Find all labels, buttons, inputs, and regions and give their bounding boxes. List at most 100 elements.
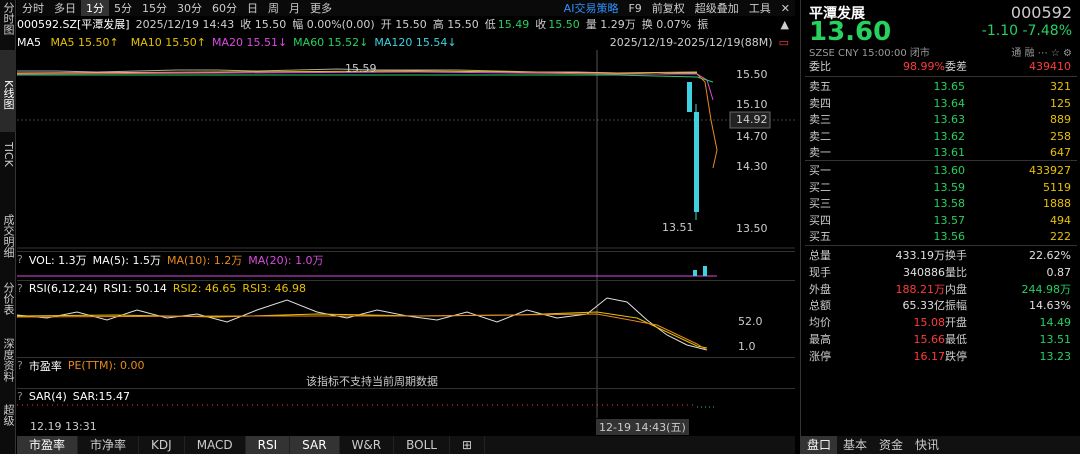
ask-price: 13.62: [933, 129, 966, 143]
ask-volume: 125: [1050, 96, 1071, 110]
tab-pe[interactable]: 市盈率: [17, 436, 79, 454]
bid-row[interactable]: 买四 13.57 494: [805, 212, 1077, 229]
tab-funds[interactable]: 资金: [873, 436, 909, 454]
stat-label: 均价: [809, 316, 831, 330]
weicha-value: 439410: [1029, 60, 1071, 73]
low-annotation: 13.51: [662, 221, 694, 234]
tab-pb[interactable]: 市净率: [78, 436, 140, 454]
bid-row[interactable]: 买三 13.58 1888: [805, 195, 1077, 212]
ask-row[interactable]: 卖四 13.64 125: [805, 95, 1077, 112]
stat-label: 现手: [809, 265, 831, 279]
indicator-tabs: 市盈率 市净率 KDJ MACD RSI SAR W&R BOLL ⊞: [17, 436, 795, 454]
stat-label: 量比: [945, 265, 967, 279]
bid-row[interactable]: 买一 13.60 433927: [805, 162, 1077, 179]
bid-row[interactable]: 买五 13.56 222: [805, 228, 1077, 245]
stat-label: 跌停: [945, 349, 967, 363]
rsi3-value: RSI3: 46.98: [242, 282, 306, 295]
ask-level-label: 卖三: [809, 113, 831, 126]
ask-row[interactable]: 卖三 13.63 889: [805, 111, 1077, 128]
stat-row: 涨停 16.17 跌停 13.23: [805, 348, 1077, 365]
bid-row[interactable]: 买二 13.59 5119: [805, 179, 1077, 196]
tab-basic[interactable]: 基本: [837, 436, 873, 454]
tab-rsi[interactable]: RSI: [245, 436, 291, 454]
stock-code-right: 000592: [1010, 3, 1072, 22]
add-indicator-icon[interactable]: ⊞: [450, 436, 486, 454]
stat-row: 均价 15.08 开盘 14.49: [805, 314, 1077, 331]
ask-price: 13.64: [933, 96, 966, 110]
rsi-axis-lo: 1.0: [738, 340, 756, 353]
stat-row: 现手 340886 量比 0.87: [805, 264, 1077, 281]
vtab-detail[interactable]: 成交明细: [0, 212, 16, 280]
stat-row: 总量 433.19万 换手 22.62%: [805, 247, 1077, 264]
stat-value: 13.51: [1039, 333, 1072, 346]
help-icon[interactable]: ?: [17, 390, 23, 403]
stat-value: 14.49: [1039, 316, 1072, 330]
rsi2-line: [17, 311, 708, 349]
help-icon[interactable]: ?: [17, 359, 23, 372]
stat-value: 244.98万: [1021, 282, 1072, 296]
price-change: -1.10 -7.48%: [982, 23, 1072, 39]
x-axis-cursor: 12-19 14:43(五): [596, 419, 689, 435]
weibi-value: 98.99%: [903, 60, 945, 73]
help-icon[interactable]: ?: [17, 253, 23, 266]
vtab-super[interactable]: 超级: [0, 402, 16, 432]
exchange-status: SZSE CNY 15:00:00 闭市: [809, 48, 930, 59]
rsi2-value: RSI2: 46.65: [172, 282, 237, 295]
margin-tag: 通 融 ⋯ ☆ ⚙: [1011, 44, 1072, 59]
vtab-fenshi[interactable]: 分时图: [0, 0, 16, 50]
stat-label: 涨停: [809, 349, 831, 363]
pe-header: ? 市盈率 PE(TTM): 0.00: [17, 357, 795, 373]
vtab-price-table[interactable]: 分价表: [0, 280, 16, 336]
stat-row: 最高 15.66 最低 13.51: [805, 331, 1077, 348]
pe-value: PE(TTM): 0.00: [67, 359, 145, 372]
bid-price: 13.58: [933, 197, 966, 210]
bid-volume: 222: [1050, 230, 1071, 243]
tab-news[interactable]: 快讯: [909, 436, 945, 454]
vol-ma20: MA(20): 1.0万: [248, 253, 324, 267]
help-icon[interactable]: ?: [17, 282, 23, 295]
ask-row[interactable]: 卖二 13.62 258: [805, 128, 1077, 145]
tab-pankou[interactable]: 盘口: [801, 436, 838, 454]
ask-volume: 889: [1050, 113, 1071, 126]
ask-row[interactable]: 卖五 13.65 321: [805, 78, 1077, 95]
ask-price: 13.63: [933, 113, 966, 126]
stat-value: 15.66: [913, 333, 946, 346]
ask-price: 13.61: [933, 146, 966, 159]
pe-notice: 该指标不支持当前周期数据: [306, 375, 438, 388]
bid-price: 13.59: [933, 180, 966, 194]
bid-price: 13.60: [933, 164, 966, 177]
tab-wr[interactable]: W&R: [340, 436, 395, 454]
tab-macd[interactable]: MACD: [185, 436, 246, 454]
bid-level-label: 买三: [809, 197, 831, 210]
price-tick-crosshair: 14.92: [736, 113, 768, 126]
stat-label: 最高: [809, 333, 831, 346]
tab-kdj[interactable]: KDJ: [139, 436, 185, 454]
bid-volume: 433927: [1029, 164, 1071, 177]
stat-label: 内盘: [945, 282, 967, 296]
divider: [805, 245, 1077, 246]
vol-value: VOL: 1.3万: [28, 253, 87, 267]
weicha-label: 委差: [945, 60, 967, 73]
vtab-tick[interactable]: TICK: [0, 132, 16, 212]
stat-value: 433.19万: [895, 249, 946, 262]
stat-value: 13.23: [1039, 349, 1072, 363]
ma10-line: [696, 73, 718, 169]
vtab-depth[interactable]: 深度资料: [0, 336, 16, 402]
ask-volume: 647: [1050, 146, 1071, 159]
rsi3-line: [17, 313, 708, 351]
left-vertical-tabs: 分时图 K线图 TICK 成交明细 分价表 深度资料 超级: [0, 0, 16, 454]
vtab-kline[interactable]: K线图: [0, 50, 16, 132]
bid-volume: 5119: [1043, 180, 1071, 194]
price-tick: 15.10: [736, 98, 768, 111]
bid-level-label: 买四: [809, 213, 831, 227]
ask-row[interactable]: 卖一 13.61 647: [805, 144, 1077, 161]
price-tick: 13.50: [736, 222, 768, 235]
stat-value: 16.17: [913, 349, 946, 363]
x-axis-left: 12.19 13:31: [30, 420, 97, 433]
trading-app: { "toolbar":{"items":["分时","多日","1分","5分…: [0, 0, 1080, 454]
tab-sar[interactable]: SAR: [290, 436, 340, 454]
tab-boll[interactable]: BOLL: [394, 436, 450, 454]
rsi1-line: [17, 297, 708, 351]
stat-value: 15.08: [913, 316, 946, 330]
vol-ma5: MA(5): 1.5万: [92, 253, 161, 267]
